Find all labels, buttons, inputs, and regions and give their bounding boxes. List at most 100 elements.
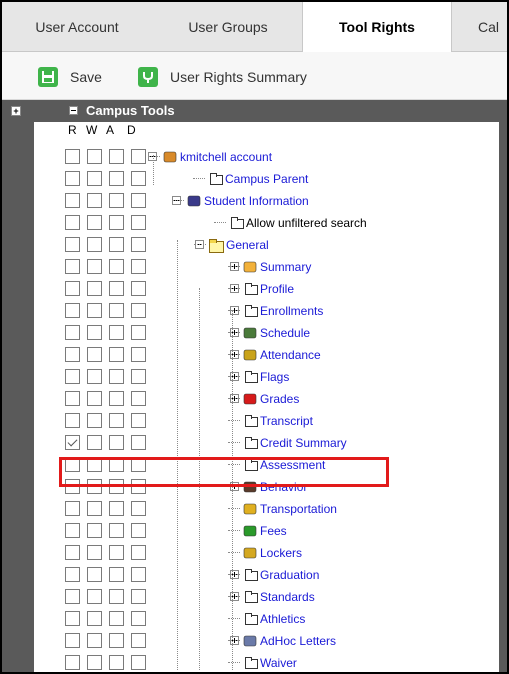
read-checkbox[interactable] <box>65 633 80 648</box>
read-checkbox[interactable] <box>65 391 80 406</box>
read-checkbox[interactable] <box>65 611 80 626</box>
read-checkbox[interactable] <box>65 457 80 472</box>
tree-node[interactable]: Allow unfiltered search <box>228 214 367 231</box>
delete-checkbox[interactable] <box>131 523 146 538</box>
add-checkbox[interactable] <box>109 611 124 626</box>
add-checkbox[interactable] <box>109 259 124 274</box>
write-checkbox[interactable] <box>87 171 102 186</box>
add-checkbox[interactable] <box>109 655 124 670</box>
delete-checkbox[interactable] <box>131 171 146 186</box>
read-checkbox[interactable] <box>65 501 80 516</box>
delete-checkbox[interactable] <box>131 589 146 604</box>
save-button[interactable]: Save <box>38 66 102 88</box>
tree-node[interactable]: Transcript <box>242 412 313 429</box>
delete-checkbox[interactable] <box>131 611 146 626</box>
write-checkbox[interactable] <box>87 259 102 274</box>
delete-checkbox[interactable] <box>131 369 146 384</box>
add-checkbox[interactable] <box>109 567 124 582</box>
read-checkbox[interactable] <box>65 413 80 428</box>
tree-node[interactable]: AdHoc Letters <box>242 632 336 649</box>
tree-node[interactable]: Standards <box>242 588 315 605</box>
add-checkbox[interactable] <box>109 281 124 296</box>
write-checkbox[interactable] <box>87 215 102 230</box>
tree-node[interactable]: Behavior <box>242 478 307 495</box>
delete-checkbox[interactable] <box>131 303 146 318</box>
delete-checkbox[interactable] <box>131 237 146 252</box>
delete-checkbox[interactable] <box>131 633 146 648</box>
add-checkbox[interactable] <box>109 479 124 494</box>
write-checkbox[interactable] <box>87 545 102 560</box>
add-checkbox[interactable] <box>109 501 124 516</box>
tree-node[interactable]: Athletics <box>242 610 305 627</box>
read-checkbox[interactable] <box>65 567 80 582</box>
write-checkbox[interactable] <box>87 501 102 516</box>
delete-checkbox[interactable] <box>131 215 146 230</box>
write-checkbox[interactable] <box>87 479 102 494</box>
tab-user-account[interactable]: User Account <box>2 2 152 52</box>
add-checkbox[interactable] <box>109 369 124 384</box>
read-checkbox[interactable] <box>65 523 80 538</box>
add-checkbox[interactable] <box>109 215 124 230</box>
user-rights-summary-button[interactable]: User Rights Summary <box>138 66 307 88</box>
delete-checkbox[interactable] <box>131 501 146 516</box>
tree-node[interactable]: Transportation <box>242 500 337 517</box>
delete-checkbox[interactable] <box>131 545 146 560</box>
tree-node[interactable]: Graduation <box>242 566 319 583</box>
delete-checkbox[interactable] <box>131 193 146 208</box>
add-checkbox[interactable] <box>109 413 124 428</box>
write-checkbox[interactable] <box>87 347 102 362</box>
read-checkbox[interactable] <box>65 215 80 230</box>
write-checkbox[interactable] <box>87 281 102 296</box>
read-checkbox[interactable] <box>65 303 80 318</box>
tree-node[interactable]: Waiver <box>242 654 297 671</box>
add-checkbox[interactable] <box>109 589 124 604</box>
tree-node[interactable]: Profile <box>242 280 294 297</box>
write-checkbox[interactable] <box>87 523 102 538</box>
tree-node[interactable]: Fees <box>242 522 287 539</box>
write-checkbox[interactable] <box>87 589 102 604</box>
collapse-icon[interactable] <box>69 106 78 115</box>
delete-checkbox[interactable] <box>131 655 146 670</box>
add-checkbox[interactable] <box>109 237 124 252</box>
write-checkbox[interactable] <box>87 611 102 626</box>
add-checkbox[interactable] <box>109 545 124 560</box>
delete-checkbox[interactable] <box>131 325 146 340</box>
tree-node[interactable]: General <box>208 236 269 253</box>
write-checkbox[interactable] <box>87 303 102 318</box>
tree-node[interactable]: Attendance <box>242 346 321 363</box>
delete-checkbox[interactable] <box>131 391 146 406</box>
add-checkbox[interactable] <box>109 303 124 318</box>
write-checkbox[interactable] <box>87 435 102 450</box>
add-checkbox[interactable] <box>109 633 124 648</box>
add-checkbox[interactable] <box>109 325 124 340</box>
read-checkbox[interactable] <box>65 237 80 252</box>
tab-tool-rights[interactable]: Tool Rights <box>302 2 452 53</box>
delete-checkbox[interactable] <box>131 347 146 362</box>
delete-checkbox[interactable] <box>131 149 146 164</box>
read-checkbox[interactable] <box>65 479 80 494</box>
tree-node[interactable]: Schedule <box>242 324 310 341</box>
tree-node[interactable]: Campus Parent <box>207 170 308 187</box>
tree-node[interactable]: Flags <box>242 368 289 385</box>
read-checkbox[interactable] <box>65 347 80 362</box>
tree-node[interactable]: Lockers <box>242 544 302 561</box>
write-checkbox[interactable] <box>87 369 102 384</box>
read-checkbox[interactable] <box>65 369 80 384</box>
write-checkbox[interactable] <box>87 655 102 670</box>
write-checkbox[interactable] <box>87 633 102 648</box>
add-checkbox[interactable] <box>109 523 124 538</box>
write-checkbox[interactable] <box>87 391 102 406</box>
write-checkbox[interactable] <box>87 149 102 164</box>
tab-calendar[interactable]: Cal <box>464 2 507 52</box>
delete-checkbox[interactable] <box>131 435 146 450</box>
read-checkbox[interactable] <box>65 193 80 208</box>
add-checkbox[interactable] <box>109 391 124 406</box>
tree-node[interactable]: Summary <box>242 258 311 275</box>
add-checkbox[interactable] <box>109 347 124 362</box>
write-checkbox[interactable] <box>87 457 102 472</box>
write-checkbox[interactable] <box>87 325 102 340</box>
tree-node[interactable]: Student Information <box>186 192 309 209</box>
read-checkbox[interactable] <box>65 655 80 670</box>
tree-node[interactable]: kmitchell account <box>162 148 272 165</box>
write-checkbox[interactable] <box>87 413 102 428</box>
